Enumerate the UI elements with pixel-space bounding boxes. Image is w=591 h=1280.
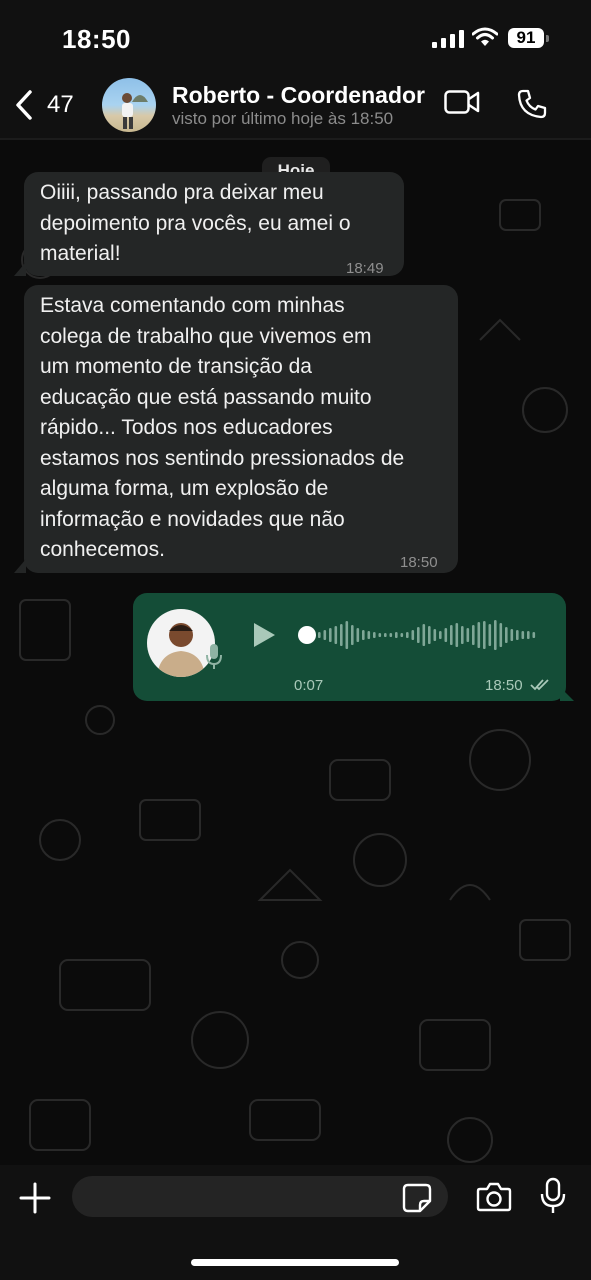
message-line: estamos nos sentindo pressionados de	[40, 446, 405, 470]
waveform-bar	[466, 628, 470, 642]
message-time: 18:49	[346, 260, 384, 277]
waveform-bar	[428, 626, 431, 644]
waveform-bar	[499, 623, 503, 647]
battery-indicator: 91	[508, 28, 544, 48]
back-unread-count[interactable]: 47	[47, 91, 74, 119]
message-line: um momento de transição da	[40, 355, 312, 378]
contact-name[interactable]: Roberto - Coordenador	[172, 82, 425, 109]
waveform-bar	[323, 630, 327, 640]
waveform-bar	[505, 627, 508, 643]
waveform-bar	[455, 623, 459, 647]
waveform-bar	[450, 625, 453, 645]
waveform-bar	[329, 628, 332, 642]
message-line: Oiiii, passando pra deixar meu	[40, 181, 324, 204]
bubble-tail	[14, 559, 26, 573]
message-line: conhecemos.	[40, 538, 165, 561]
sticker-icon[interactable]	[402, 1183, 432, 1213]
outgoing-voice-message[interactable]: 0:07 18:50	[133, 593, 566, 701]
waveform-bar	[356, 628, 360, 642]
incoming-message[interactable]: Estava comentando com minhas colega de t…	[24, 285, 458, 573]
waveform-bar	[395, 632, 398, 638]
header-divider	[0, 138, 591, 140]
message-line: alguma forma, um explosão de	[40, 477, 329, 500]
playback-scrubber[interactable]	[298, 626, 316, 644]
message-line: Estava comentando com minhas	[40, 294, 345, 317]
waveform-bar	[406, 632, 409, 638]
camera-icon[interactable]	[476, 1182, 512, 1212]
message-time: 18:50	[400, 554, 438, 571]
waveform-bar	[417, 627, 420, 643]
waveform-bar	[351, 625, 354, 645]
plus-icon[interactable]	[18, 1181, 52, 1215]
message-time: 18:50	[485, 677, 523, 694]
waveform-bar	[510, 629, 514, 641]
mic-badge-icon	[206, 644, 222, 669]
phone-icon[interactable]	[516, 88, 548, 120]
waveform-bar	[400, 633, 404, 637]
battery-tip	[546, 35, 549, 42]
waveform-bar	[472, 625, 475, 645]
message-line: colega de trabalho que vivemos em	[40, 324, 372, 348]
waveform-bar	[532, 632, 536, 638]
message-input[interactable]	[72, 1176, 448, 1217]
waveform-bar	[527, 631, 530, 639]
incoming-message[interactable]: Oiiii, passando pra deixar meu depoiment…	[24, 172, 404, 277]
last-seen-status: visto por último hoje às 18:50	[172, 109, 394, 128]
waveform-bar	[521, 631, 525, 639]
waveform-bar	[334, 626, 338, 644]
waveform-bar	[477, 622, 481, 648]
audio-waveform[interactable]	[318, 615, 540, 655]
message-text: Estava comentando com minhas colega de t…	[40, 291, 404, 566]
waveform-bar	[373, 632, 376, 638]
waveform-bar	[362, 630, 365, 640]
waveform-bar	[389, 633, 393, 637]
contact-avatar[interactable]	[102, 78, 156, 132]
waveform-bar	[433, 629, 437, 641]
chat-header: 47 Roberto - Coordenador visto por últim…	[0, 78, 591, 138]
waveform-bar	[516, 630, 519, 640]
waveform-bar	[367, 631, 371, 639]
message-text: Oiiii, passando pra deixar meu depoiment…	[40, 178, 351, 270]
waveform-bar	[384, 633, 387, 637]
video-call-icon[interactable]	[444, 90, 480, 114]
waveform-bar	[340, 624, 343, 646]
bubble-tail	[14, 262, 26, 276]
battery-level: 91	[516, 28, 536, 47]
chevron-left-icon[interactable]	[12, 88, 38, 122]
cellular-signal-icon	[432, 30, 464, 48]
waveform-bar	[483, 621, 486, 649]
waveform-bar	[378, 633, 382, 637]
waveform-bar	[345, 621, 349, 649]
message-line: informação e novidades que não	[40, 507, 345, 531]
bubble-tail	[560, 687, 574, 701]
message-line: material!	[40, 242, 121, 265]
avatar-photo	[122, 93, 148, 129]
voice-duration: 0:07	[294, 677, 324, 694]
waveform-bar	[422, 624, 426, 646]
double-check-icon	[530, 679, 549, 691]
waveform-bar	[494, 620, 497, 650]
home-indicator	[191, 1259, 399, 1266]
message-line: educação que está passando muito	[40, 385, 372, 409]
waveform-bar	[411, 630, 415, 640]
mic-icon[interactable]	[540, 1177, 566, 1215]
status-time: 18:50	[62, 24, 131, 54]
wifi-icon	[472, 27, 498, 46]
message-line: rápido... Todos nos educadores	[40, 416, 333, 439]
play-icon[interactable]	[251, 621, 277, 649]
waveform-bar	[444, 628, 448, 642]
waveform-bar	[439, 631, 442, 639]
waveform-bar	[318, 632, 321, 638]
waveform-bar	[461, 626, 464, 644]
message-line: depoimento pra vocês, eu amei o	[40, 211, 351, 235]
waveform-bar	[488, 624, 492, 646]
status-bar: 18:50 91	[0, 0, 591, 78]
